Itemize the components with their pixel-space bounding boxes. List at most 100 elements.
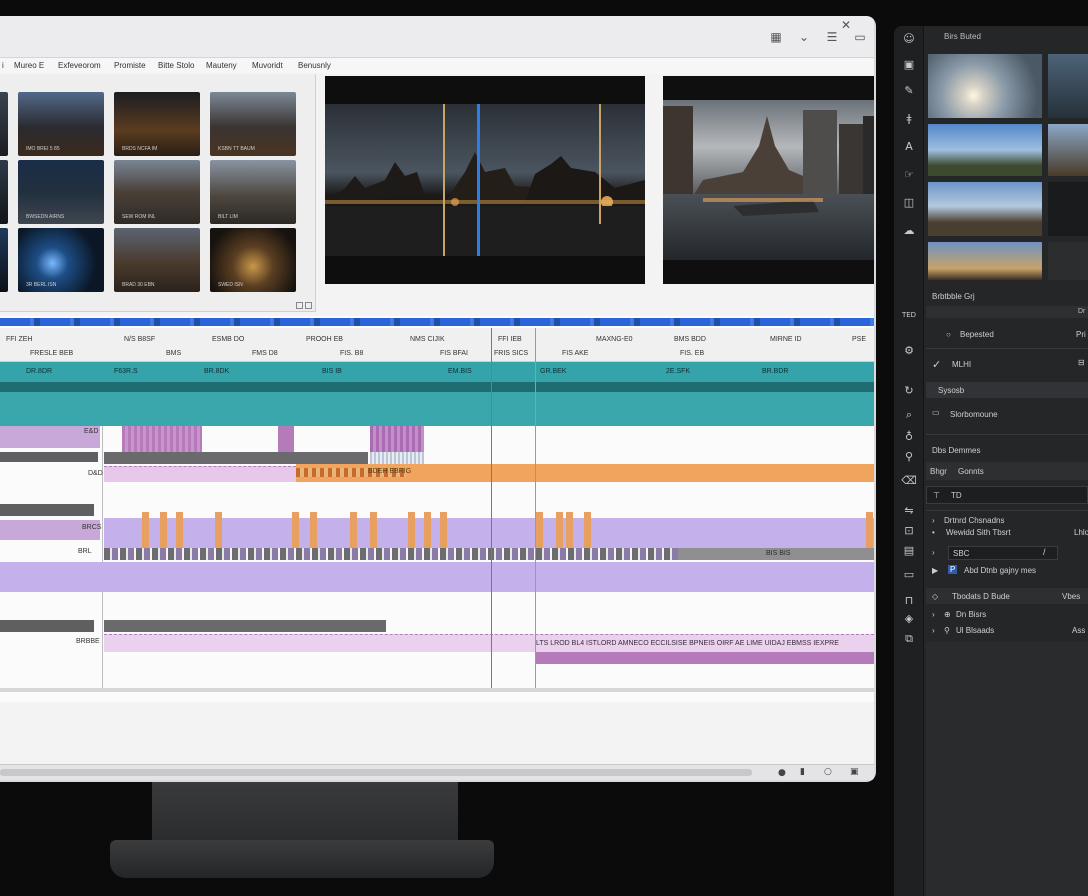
playhead[interactable] xyxy=(491,328,492,688)
clip-thumbnail[interactable] xyxy=(1048,182,1088,236)
layout-icon[interactable]: ▦ xyxy=(768,30,784,44)
image-icon[interactable]: ▤ xyxy=(898,542,920,560)
adjustment-clip[interactable] xyxy=(104,466,296,482)
pen-icon[interactable]: ✎ xyxy=(898,82,920,100)
track-header-7[interactable] xyxy=(0,620,94,632)
track-header-2[interactable] xyxy=(0,452,98,462)
list-icon[interactable]: ☰ xyxy=(824,30,840,44)
audio-clip[interactable] xyxy=(122,426,202,452)
horizontal-scrollbar[interactable] xyxy=(0,769,752,776)
gear-icon[interactable]: ⚙ xyxy=(898,342,920,360)
track-header-3[interactable]: D&D xyxy=(0,464,103,484)
bulb-icon[interactable]: ♁ xyxy=(898,428,920,446)
window-icon[interactable]: ▣ xyxy=(850,767,859,777)
search-field[interactable]: Sysosb xyxy=(926,382,1088,398)
prop-row[interactable]: ▶ P Abd Dtnb gajny mes xyxy=(926,564,1088,586)
track-header-8[interactable]: BRBBE xyxy=(0,634,100,654)
audio-clip[interactable] xyxy=(278,426,294,452)
track-header-divider xyxy=(102,426,103,688)
prop-row[interactable]: ▭ Slorbomoune xyxy=(926,406,1088,428)
clip-thumbnail[interactable] xyxy=(928,182,1042,236)
clip-thumbnail[interactable] xyxy=(928,242,1042,280)
source-viewer[interactable] xyxy=(325,76,645,284)
thumbnail[interactable]: IMO BREI 5 85 xyxy=(18,92,104,156)
monitor-stand-base xyxy=(110,840,494,878)
track-header-4[interactable] xyxy=(0,504,94,516)
section-header: Dbs Demmes xyxy=(926,442,1088,464)
type-icon[interactable]: A xyxy=(898,138,920,156)
copy-icon[interactable]: ⧉ xyxy=(898,630,920,648)
thumbnail-partial[interactable] xyxy=(0,228,8,292)
record-icon[interactable]: ● xyxy=(778,768,786,778)
thumbnail-partial[interactable] xyxy=(0,92,8,156)
thumbnail[interactable]: KSBN TT BAUM xyxy=(210,92,296,156)
menu-item-1[interactable]: Mureo E xyxy=(14,61,44,70)
lock-icon[interactable]: ⊡ xyxy=(898,522,920,540)
panel-icon[interactable]: ▣ xyxy=(898,56,920,74)
trash-icon[interactable]: ⌫ xyxy=(898,472,920,490)
audio-clip[interactable] xyxy=(370,426,424,452)
tag-icon[interactable]: ◈ xyxy=(898,610,920,628)
prop-row[interactable]: ◇ Tbodats D Bude Vbes xyxy=(926,588,1088,604)
video-track-2[interactable] xyxy=(0,392,874,426)
layers-icon[interactable]: ◫ xyxy=(898,194,920,212)
track-header-5[interactable]: BRCS xyxy=(0,520,101,540)
menu-item-5[interactable]: Mauteny xyxy=(206,61,237,70)
grey-clip[interactable] xyxy=(104,452,368,464)
input-field[interactable]: ⊤ TD xyxy=(926,486,1088,504)
menu-item-2[interactable]: Exfeveorom xyxy=(58,61,101,70)
track-header-6[interactable]: BRL xyxy=(0,542,100,560)
resize-icon[interactable] xyxy=(296,302,303,309)
menu-item-7[interactable]: Benusnly xyxy=(298,61,331,70)
prop-row[interactable]: ✓ MLHI ⊟ xyxy=(926,356,1088,378)
window-icon[interactable]: ▭ xyxy=(852,30,868,44)
clip-thumbnail[interactable] xyxy=(1048,242,1088,280)
circle-icon[interactable]: ○ xyxy=(824,767,832,777)
link-icon[interactable]: ⇋ xyxy=(898,502,920,520)
value-field[interactable]: SBC / xyxy=(948,546,1058,560)
prop-row[interactable]: ○ Bepested Pri xyxy=(926,326,1088,348)
prop-field[interactable]: Dr xyxy=(926,306,1088,318)
expand-icon[interactable] xyxy=(305,302,312,309)
menu-item-prefix[interactable]: i xyxy=(2,61,4,70)
timeline-scroll-strip[interactable] xyxy=(0,318,874,326)
frame-icon[interactable]: ▭ xyxy=(898,566,920,584)
thumbnail[interactable]: SWED ISN xyxy=(210,228,296,292)
cloud-icon[interactable]: ☁ xyxy=(898,222,920,240)
thumbnail-partial[interactable] xyxy=(0,160,8,224)
clip-thumbnail[interactable] xyxy=(1048,54,1088,118)
clip-thumbnail[interactable] xyxy=(1048,124,1088,176)
marker-icon[interactable]: ▮ xyxy=(800,767,805,777)
prop-row[interactable]: Bhgr Gonnts xyxy=(926,462,1088,480)
thumbnail[interactable]: SEW ROM INL xyxy=(114,160,200,224)
prop-row[interactable]: › SBC / xyxy=(926,546,1088,562)
title-track[interactable]: LTS LROD BL4 ISTLORD AMNECO ECCILSISE BP… xyxy=(104,634,874,652)
thumbnail[interactable]: BWSEDN AIRNS xyxy=(18,160,104,224)
menu-item-6[interactable]: Muvoridt xyxy=(252,61,283,70)
search-icon[interactable]: ⌕ xyxy=(898,406,920,424)
purple-clip-end[interactable] xyxy=(536,652,874,664)
sync-icon[interactable]: ↻ xyxy=(898,382,920,400)
lavender-track[interactable] xyxy=(0,562,874,592)
timeline-ruler[interactable]: FFI ZEH N/S B8SF ESMB DO PROOH EB NMS CI… xyxy=(0,328,874,362)
clip-thumbnail[interactable] xyxy=(928,124,1042,176)
program-viewer[interactable] xyxy=(663,76,874,284)
pin-icon[interactable]: ⚲ xyxy=(898,448,920,466)
user-icon[interactable]: ☺ xyxy=(898,30,920,48)
menu-item-4[interactable]: Bitte Stolo xyxy=(158,61,194,70)
text-icon[interactable]: ǂ xyxy=(898,110,920,128)
thumbnail[interactable]: 3R BERL ISN xyxy=(18,228,104,292)
out-marker[interactable] xyxy=(535,328,536,688)
box-icon[interactable]: ⊓ xyxy=(898,592,920,610)
grey-clip-2[interactable] xyxy=(104,620,386,632)
video-track-1[interactable]: DR.8DR F63R.S BR.8DK BIS IB EM.BIS GR.BE… xyxy=(0,362,874,382)
thumbnail[interactable]: BILT LIM xyxy=(210,160,296,224)
thumbnail[interactable]: BRAD 30 EBN xyxy=(114,228,200,292)
clip-thumbnail[interactable] xyxy=(928,54,1042,118)
track-header-1[interactable]: E&D xyxy=(0,426,100,448)
hand-icon[interactable]: ☞ xyxy=(898,166,920,184)
ted-icon[interactable]: TED xyxy=(898,306,920,324)
chevron-down-icon[interactable]: ⌄ xyxy=(796,30,812,44)
menu-item-3[interactable]: Promiste xyxy=(114,61,146,70)
thumbnail[interactable]: BRDS NCFA IM xyxy=(114,92,200,156)
